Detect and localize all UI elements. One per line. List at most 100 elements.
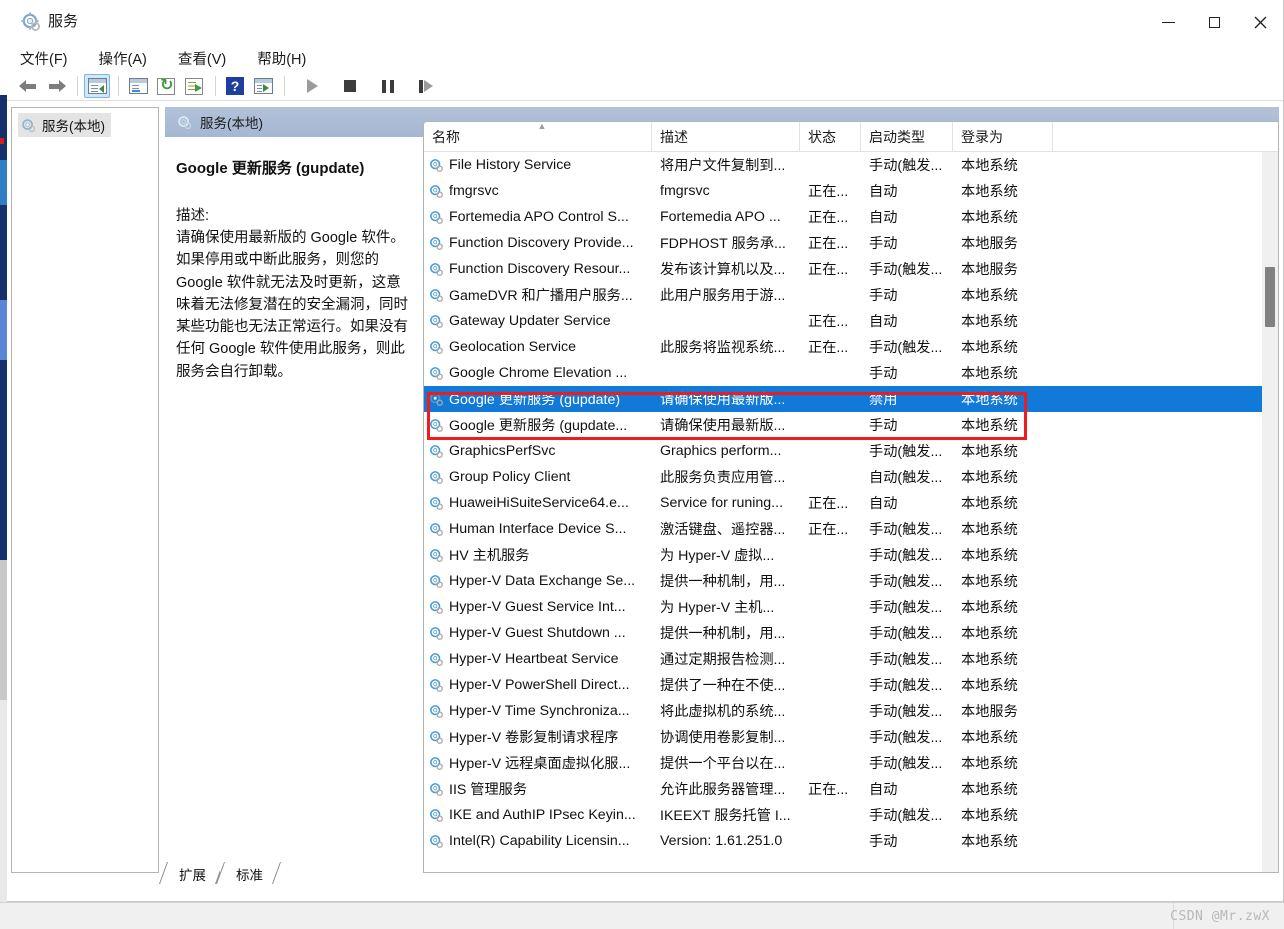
refresh-button[interactable] [153,74,179,98]
cell-name: Hyper-V Guest Shutdown ... [424,625,652,641]
cell-name: HuaweiHiSuiteService64.e... [424,495,652,511]
cell-description: 提供一种机制，用... [660,626,786,642]
cell-description: 此用户服务用于游... [660,288,786,304]
service-row[interactable]: Hyper-V PowerShell Direct... 提供了一种在不使... 手… [424,672,1262,698]
cell-description: 允许此服务器管理... [660,782,786,798]
cell-logon: 本地系统 [961,756,1018,772]
tab-extended[interactable]: 扩展 [163,862,220,884]
cell-status: 正在... [808,340,849,356]
services-list: 名称 ▲ 描述 状态 启动类型 登录为 File History Service 将用户文件… [424,122,1278,872]
show-action-pane-button[interactable] [250,74,276,98]
service-row[interactable]: Hyper-V Data Exchange Se... 提供一种机制，用... 手动… [424,568,1262,594]
cell-name: Hyper-V 卷影复制请求程序 [424,727,652,747]
menu-help[interactable]: 帮助(H) [257,45,316,72]
cell-logon: 本地系统 [961,834,1018,850]
cell-startup: 禁用 [869,392,898,408]
cell-status: 正在... [808,782,849,798]
cell-startup: 手动(触发... [869,704,943,720]
vertical-scrollbar[interactable] [1262,152,1278,872]
service-name-label: Hyper-V 卷影复制请求程序 [449,730,619,746]
maximize-icon [1208,17,1220,28]
toolbar-separator [118,76,119,96]
service-row[interactable]: Hyper-V Heartbeat Service 通过定期报告检测... 手动(触… [424,646,1262,672]
cell-status: 正在... [808,236,849,252]
services-list-container: 名称 ▲ 描述 状态 启动类型 登录为 File History Service 将用户文件… [423,121,1279,873]
help-button[interactable]: ? [222,74,248,98]
service-gear-icon [429,470,444,485]
service-name-label: HuaweiHiSuiteService64.e... [449,495,629,511]
cell-name: Google Chrome Elevation ... [424,365,652,381]
service-row[interactable]: Hyper-V 卷影复制请求程序 协调使用卷影复制... 手动(触发... 本地系统 [424,724,1262,750]
close-button[interactable] [1237,0,1283,45]
service-row[interactable]: File History Service 将用户文件复制到... 手动(触发... 本… [424,152,1262,178]
cell-startup: 手动(触发... [869,158,943,174]
cell-name: Hyper-V Time Synchroniza... [424,703,652,719]
cell-description: 提供一种机制，用... [660,574,786,590]
column-status[interactable]: 状态 [800,122,861,151]
export-list-button[interactable] [181,74,207,98]
start-service-button[interactable] [299,74,325,98]
service-row[interactable]: Gateway Updater Service 正在... 自动 本地系统 [424,308,1262,334]
service-row[interactable]: GraphicsPerfSvc Graphics perform... 手动(触发.… [424,438,1262,464]
service-gear-icon [429,600,444,615]
cell-logon: 本地系统 [961,730,1018,746]
cell-name: Human Interface Device S... [424,521,652,537]
column-label: 启动类型 [869,129,925,145]
service-row[interactable]: Function Discovery Provide... FDPHOST 服务承… [424,230,1262,256]
service-row[interactable]: HV 主机服务 为 Hyper-V 虚拟... 手动(触发... 本地系统 [424,542,1262,568]
back-button[interactable] [15,74,41,98]
service-row[interactable]: Google 更新服务 (gupdate) 请确保使用最新版... 禁用 本地系统 [424,386,1262,412]
service-gear-icon [429,288,444,303]
maximize-button[interactable] [1191,0,1237,45]
service-name-label: Google Chrome Elevation ... [449,365,628,381]
column-log-on-as[interactable]: 登录为 [953,122,1053,151]
service-row[interactable]: Hyper-V Guest Shutdown ... 提供一种机制，用... 手动(… [424,620,1262,646]
cell-name: Google 更新服务 (gupdate... [424,415,652,435]
column-description[interactable]: 描述 [652,122,800,151]
tab-standard[interactable]: 标准 [220,862,277,884]
service-row[interactable]: fmgrsvc fmgrsvc 正在... 自动 本地系统 [424,178,1262,204]
service-row[interactable]: Hyper-V Guest Service Int... 为 Hyper-V 主机… [424,594,1262,620]
service-row[interactable]: Hyper-V 远程桌面虚拟化服... 提供一个平台以在... 手动(触发... 本地… [424,750,1262,776]
service-row[interactable]: IIS 管理服务 允许此服务器管理... 正在... 自动 本地系统 [424,776,1262,802]
tree-item-services-local[interactable]: 服务(本地) [18,113,111,137]
cell-description: Version: 1.61.251.0 [660,833,783,849]
cell-name: Fortemedia APO Control S... [424,209,652,225]
cell-logon: 本地系统 [961,444,1018,460]
toolbar-separator [77,76,78,96]
stop-service-button[interactable] [337,74,363,98]
pause-icon [382,79,394,93]
service-row[interactable]: Google 更新服务 (gupdate... 请确保使用最新版... 手动 本地系统 [424,412,1262,438]
service-gear-icon [429,340,444,355]
service-row[interactable]: Fortemedia APO Control S... Fortemedia AP… [424,204,1262,230]
forward-button[interactable] [43,74,69,98]
menu-view[interactable]: 查看(V) [178,45,236,72]
minimize-button[interactable] [1145,0,1191,45]
service-row[interactable]: Google Chrome Elevation ... 手动 本地系统 [424,360,1262,386]
cell-name: Hyper-V 远程桌面虚拟化服... [424,753,652,773]
properties-button[interactable] [125,74,151,98]
show-hide-console-tree-button[interactable] [84,74,110,98]
watermark: CSDN @Mr.zwX [1170,909,1270,924]
column-startup-type[interactable]: 启动类型 [861,122,953,151]
service-row[interactable]: Geolocation Service 此服务将监视系统... 正在... 手动(触发… [424,334,1262,360]
cell-startup: 自动 [869,496,898,512]
service-row[interactable]: GameDVR 和广播用户服务... 此用户服务用于游... 手动 本地系统 [424,282,1262,308]
service-row[interactable]: IKE and AuthIP IPsec Keyin... IKEEXT 服务托管… [424,802,1262,828]
cell-startup: 自动 [869,782,898,798]
service-row[interactable]: Human Interface Device S... 激活键盘、遥控器... 正在… [424,516,1262,542]
service-row[interactable]: Group Policy Client 此服务负责应用管... 自动(触发... 本地… [424,464,1262,490]
service-row[interactable]: Intel(R) Capability Licensin... Version: … [424,828,1262,854]
menu-action[interactable]: 操作(A) [99,45,157,72]
service-row[interactable]: Function Discovery Resour... 发布该计算机以及... 正… [424,256,1262,282]
service-row[interactable]: HuaweiHiSuiteService64.e... Service for r… [424,490,1262,516]
title-bar: 服务 [7,0,1283,45]
restart-service-button[interactable] [413,74,439,98]
cell-logon: 本地系统 [961,626,1018,642]
service-row[interactable]: Hyper-V Time Synchroniza... 将此虚拟机的系统... 手动… [424,698,1262,724]
menu-file[interactable]: 文件(F) [20,45,78,72]
pause-service-button[interactable] [375,74,401,98]
scrollbar-thumb[interactable] [1265,267,1275,327]
cell-description: 协调使用卷影复制... [660,730,786,746]
column-name[interactable]: 名称 ▲ [424,122,652,151]
